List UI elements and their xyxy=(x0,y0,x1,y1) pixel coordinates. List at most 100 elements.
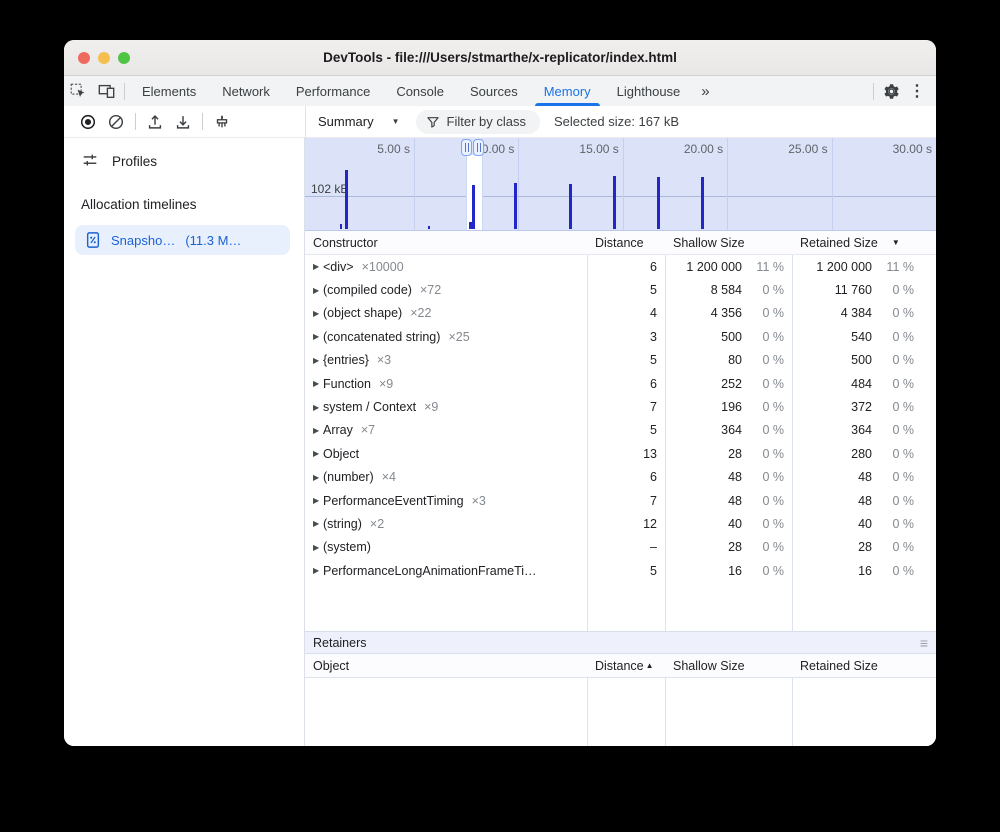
column-separator[interactable] xyxy=(665,678,666,746)
titlebar: DevTools - file:///Users/stmarthe/x-repl… xyxy=(64,40,936,76)
retainers-section-header[interactable]: Retainers ≡ xyxy=(305,631,936,654)
table-row[interactable]: ▶(compiled code)×7258 5840 %11 7600 % xyxy=(305,278,936,301)
column-header-shallow-size[interactable]: Shallow Size xyxy=(665,236,792,250)
toolbar-separator xyxy=(124,83,125,100)
table-row[interactable]: ▶system / Context×971960 %3720 % xyxy=(305,395,936,418)
tabbar-right-controls: ⋮ xyxy=(869,76,936,106)
toolbar-separator xyxy=(135,113,136,130)
class-filter-placeholder: Filter by class xyxy=(447,114,526,129)
shallow-size-percent: 0 % xyxy=(742,353,784,367)
expand-triangle-icon[interactable]: ▶ xyxy=(313,309,323,318)
more-tabs-button[interactable]: » xyxy=(693,76,716,106)
clear-view-button[interactable] xyxy=(208,109,236,135)
memory-scale-label: 102 kB xyxy=(311,182,348,196)
tab-lighthouse[interactable]: Lighthouse xyxy=(604,76,694,106)
snapshot-list-item[interactable]: Snapsho… (11.3 M… xyxy=(75,225,290,255)
distance-value: 13 xyxy=(587,447,665,461)
distance-value: 6 xyxy=(587,470,665,484)
expand-triangle-icon[interactable]: ▶ xyxy=(313,543,323,552)
table-row[interactable]: ▶(object shape)×2244 3560 %4 3840 % xyxy=(305,302,936,325)
expand-triangle-icon[interactable]: ▶ xyxy=(313,449,323,458)
record-heap-button[interactable] xyxy=(74,109,102,135)
allocation-bar xyxy=(569,184,572,229)
column-header-retained-size[interactable]: Retained Size ▼ xyxy=(792,236,936,250)
expand-triangle-icon[interactable]: ▶ xyxy=(313,519,323,528)
retainers-empty-body xyxy=(305,678,936,746)
retained-size-value: 48 xyxy=(792,494,872,508)
expand-triangle-icon[interactable]: ▶ xyxy=(313,262,323,271)
kebab-menu-button[interactable]: ⋮ xyxy=(904,78,930,104)
inspect-element-button[interactable] xyxy=(64,78,92,104)
expand-triangle-icon[interactable]: ▶ xyxy=(313,332,323,341)
column-header-constructor[interactable]: Constructor xyxy=(305,236,587,250)
column-separator[interactable] xyxy=(792,678,793,746)
save-profile-button[interactable] xyxy=(169,109,197,135)
constructor-name: (concatenated string) xyxy=(323,330,440,344)
expand-triangle-icon[interactable]: ▶ xyxy=(313,566,323,575)
shallow-size-percent: 0 % xyxy=(742,540,784,554)
column-header-retained-size[interactable]: Retained Size xyxy=(792,659,936,673)
tab-network[interactable]: Network xyxy=(209,76,283,106)
table-row[interactable]: ▶(number)×46480 %480 % xyxy=(305,466,936,489)
table-row[interactable]: ▶<div>×1000061 200 00011 %1 200 00011 % xyxy=(305,255,936,278)
shallow-size-value: 4 356 xyxy=(665,306,742,320)
table-row[interactable]: ▶Function×962520 %4840 % xyxy=(305,372,936,395)
expand-triangle-icon[interactable]: ▶ xyxy=(313,379,323,388)
retained-size-value: 16 xyxy=(792,564,872,578)
shallow-size-percent: 0 % xyxy=(742,306,784,320)
memory-toolbar: Summary ▼ Filter by class Selected size:… xyxy=(64,106,936,138)
retained-size-value: 484 xyxy=(792,377,872,391)
allocation-bar xyxy=(340,224,342,229)
expand-triangle-icon[interactable]: ▶ xyxy=(313,426,323,435)
class-filter-input[interactable]: Filter by class xyxy=(416,110,540,134)
tab-console[interactable]: Console xyxy=(383,76,457,106)
retained-size-value: 280 xyxy=(792,447,872,461)
column-header-distance[interactable]: Distance ▲ xyxy=(587,659,665,673)
tab-performance[interactable]: Performance xyxy=(283,76,383,106)
settings-button[interactable] xyxy=(878,78,904,104)
table-row[interactable]: ▶(string)×212400 %400 % xyxy=(305,512,936,535)
selection-left-handle[interactable] xyxy=(461,139,472,156)
distance-value: 12 xyxy=(587,517,665,531)
tab-elements[interactable]: Elements xyxy=(129,76,209,106)
shallow-size-value: 1 200 000 xyxy=(665,260,742,274)
profiles-header[interactable]: Profiles xyxy=(64,147,304,175)
expand-triangle-icon[interactable]: ▶ xyxy=(313,473,323,482)
table-row[interactable]: ▶PerformanceEventTiming×37480 %480 % xyxy=(305,489,936,512)
table-row[interactable]: ▶{entries}×35800 %5000 % xyxy=(305,349,936,372)
load-profile-button[interactable] xyxy=(141,109,169,135)
shallow-size-value: 196 xyxy=(665,400,742,414)
distance-value: 7 xyxy=(587,494,665,508)
expand-triangle-icon[interactable]: ▶ xyxy=(313,356,323,365)
device-toolbar-icon xyxy=(97,82,116,100)
allocation-bar xyxy=(613,176,616,229)
allocation-timeline-overview[interactable]: 102 kB 5.00 s10.00 s15.00 s20.00 s25.00 … xyxy=(305,138,936,231)
table-row[interactable]: ▶Object13280 %2800 % xyxy=(305,442,936,465)
retained-size-value: 4 384 xyxy=(792,306,872,320)
device-toolbar-button[interactable] xyxy=(92,78,120,104)
selection-right-handle[interactable] xyxy=(473,139,484,156)
table-row[interactable]: ▶(system)–280 %280 % xyxy=(305,536,936,559)
table-row[interactable]: ▶Array×753640 %3640 % xyxy=(305,419,936,442)
column-header-shallow-size[interactable]: Shallow Size xyxy=(665,659,792,673)
tab-sources[interactable]: Sources xyxy=(457,76,531,106)
shallow-size-value: 28 xyxy=(665,447,742,461)
retained-size-value: 1 200 000 xyxy=(792,260,872,274)
clear-profiles-button[interactable] xyxy=(102,109,130,135)
column-header-distance[interactable]: Distance xyxy=(587,236,665,250)
shallow-size-value: 48 xyxy=(665,470,742,484)
expand-triangle-icon[interactable]: ▶ xyxy=(313,496,323,505)
menu-icon[interactable]: ≡ xyxy=(920,635,928,651)
tab-memory[interactable]: Memory xyxy=(531,76,604,106)
expand-triangle-icon[interactable]: ▶ xyxy=(313,286,323,295)
table-row[interactable]: ▶(concatenated string)×2535000 %5400 % xyxy=(305,325,936,348)
column-header-object[interactable]: Object xyxy=(305,659,587,673)
column-separator[interactable] xyxy=(587,678,588,746)
perspective-select[interactable]: Summary ▼ xyxy=(318,114,400,129)
retained-size-percent: 0 % xyxy=(872,517,914,531)
allocation-bar xyxy=(428,226,430,229)
distance-value: 5 xyxy=(587,353,665,367)
retained-size-value: 500 xyxy=(792,353,872,367)
table-row[interactable]: ▶PerformanceLongAnimationFrameTi…5160 %1… xyxy=(305,559,936,582)
expand-triangle-icon[interactable]: ▶ xyxy=(313,403,323,412)
